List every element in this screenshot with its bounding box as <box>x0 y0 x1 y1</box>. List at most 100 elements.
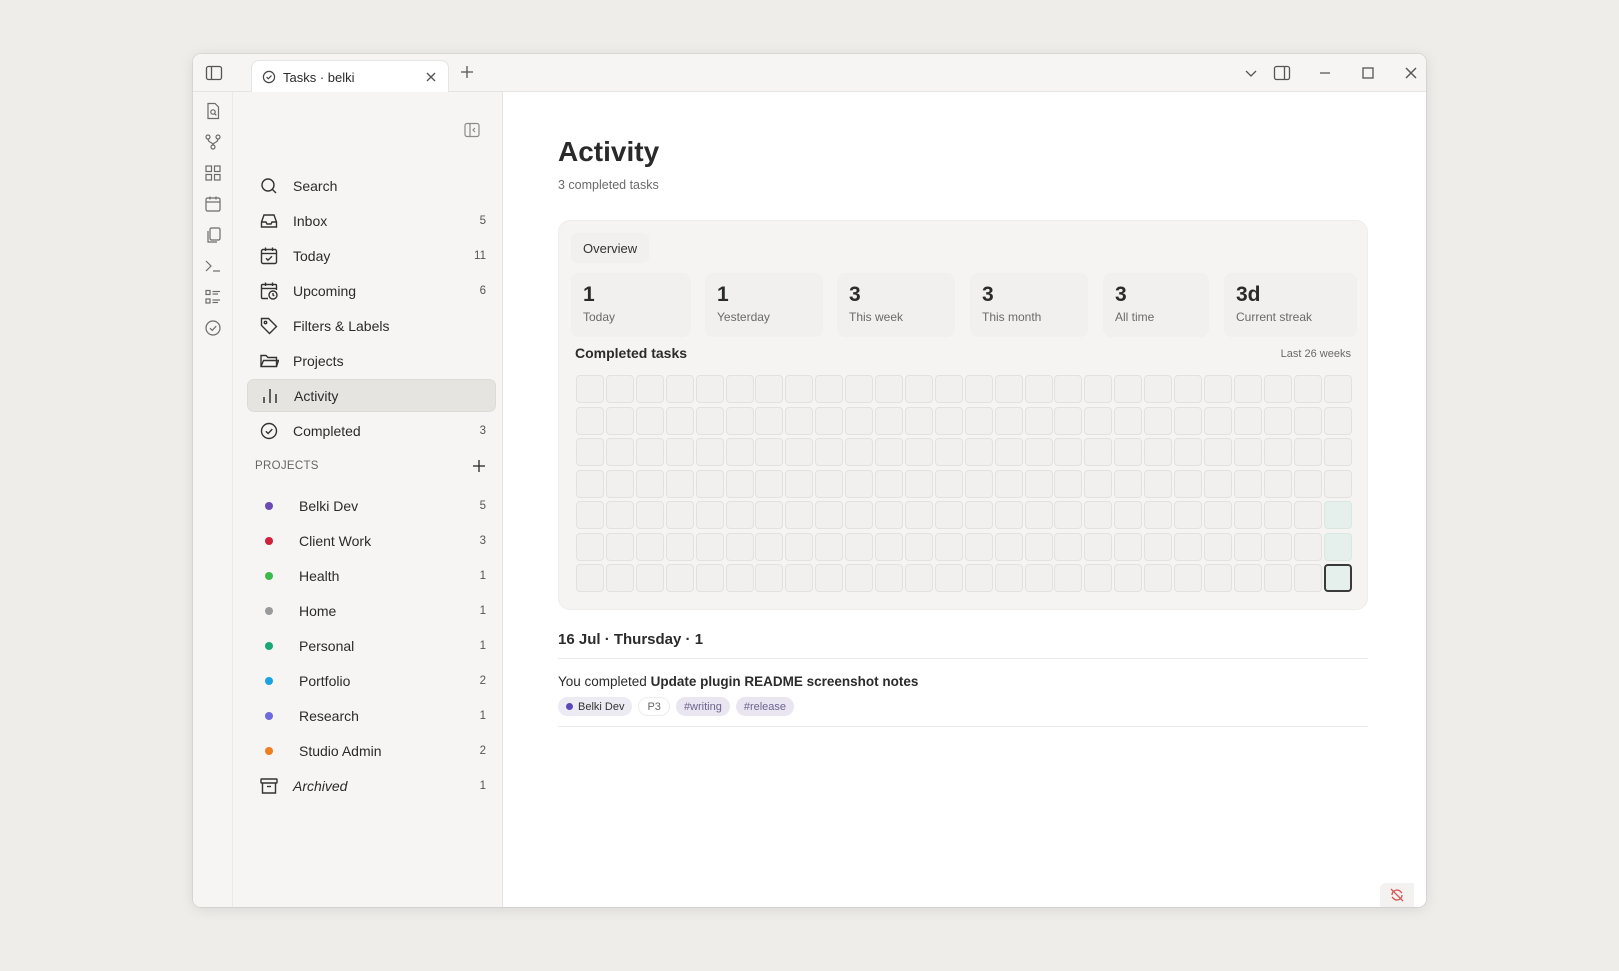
heatmap-cell[interactable] <box>1054 375 1083 403</box>
heatmap-cell[interactable] <box>635 532 664 561</box>
heatmap-cell[interactable] <box>576 564 604 592</box>
heatmap-cell[interactable] <box>755 501 784 529</box>
heatmap-cell[interactable] <box>1084 406 1113 435</box>
heatmap-cell[interactable] <box>1144 469 1173 498</box>
heatmap-cell[interactable] <box>1144 438 1173 466</box>
project-tag[interactable]: Belki Dev <box>558 697 633 716</box>
heatmap-cell[interactable] <box>665 438 694 466</box>
heatmap-cell[interactable] <box>815 375 844 403</box>
sidebar-item-today[interactable]: Today 11 <box>247 239 496 272</box>
heatmap-cell[interactable] <box>1084 375 1113 403</box>
heatmap-cell[interactable] <box>934 532 963 561</box>
project-item-personal[interactable]: Personal 1 <box>247 629 496 662</box>
heatmap-cell[interactable] <box>605 532 634 561</box>
heatmap-cell[interactable] <box>1203 501 1232 529</box>
heatmap-cell[interactable] <box>605 375 634 403</box>
heatmap-cell[interactable] <box>605 438 634 466</box>
heatmap-cell[interactable] <box>605 501 634 529</box>
heatmap-cell[interactable] <box>1263 564 1292 592</box>
heatmap-cell[interactable] <box>635 406 664 435</box>
heatmap-cell[interactable] <box>785 406 814 435</box>
heatmap-cell[interactable] <box>994 438 1023 466</box>
heatmap-cell[interactable] <box>785 532 814 561</box>
heatmap-cell[interactable] <box>904 438 933 466</box>
heatmap-cell[interactable] <box>845 406 874 435</box>
heatmap-cell[interactable] <box>875 532 903 561</box>
add-project-plus-icon[interactable] <box>471 458 487 474</box>
heatmap-cell[interactable] <box>1323 438 1352 466</box>
heatmap-cell[interactable] <box>904 469 933 498</box>
heatmap-cell[interactable] <box>695 532 724 561</box>
heatmap-cell[interactable] <box>665 469 694 498</box>
project-item-client-work[interactable]: Client Work 3 <box>247 524 496 557</box>
project-item-studio-admin[interactable]: Studio Admin 2 <box>247 734 496 767</box>
heatmap-cell[interactable] <box>605 406 634 435</box>
heatmap-cell[interactable] <box>904 501 933 529</box>
heatmap-cell[interactable] <box>725 532 754 561</box>
sync-off-icon[interactable] <box>1380 883 1414 907</box>
heatmap-cell[interactable] <box>1084 564 1113 592</box>
heatmap-cell[interactable] <box>576 438 604 466</box>
sidebar-item-activity[interactable]: Activity <box>247 379 496 412</box>
hashtag-writing[interactable]: #writing <box>675 697 730 716</box>
heatmap-cell[interactable] <box>1203 532 1232 561</box>
heatmap-cell[interactable] <box>964 406 993 435</box>
heatmap-cell[interactable] <box>875 438 903 466</box>
sidebar-item-completed[interactable]: Completed 3 <box>247 414 496 447</box>
hashtag-release[interactable]: #release <box>735 697 795 716</box>
minimize-icon[interactable] <box>1317 65 1333 81</box>
heatmap-cell[interactable] <box>1024 532 1053 561</box>
heatmap-cell[interactable] <box>1323 564 1352 592</box>
heatmap-cell[interactable] <box>695 406 724 435</box>
heatmap-cell[interactable] <box>964 375 993 403</box>
heatmap-cell[interactable] <box>755 469 784 498</box>
heatmap-cell[interactable] <box>635 469 664 498</box>
maximize-icon[interactable] <box>1360 65 1376 81</box>
heatmap-cell[interactable] <box>815 438 844 466</box>
terminal-icon[interactable] <box>204 257 222 275</box>
heatmap-cell[interactable] <box>875 469 903 498</box>
heatmap-cell[interactable] <box>1144 406 1173 435</box>
heatmap-cell[interactable] <box>1293 438 1322 466</box>
heatmap-cell[interactable] <box>875 501 903 529</box>
heatmap-cell[interactable] <box>1323 469 1352 498</box>
heatmap-cell[interactable] <box>576 532 604 561</box>
heatmap-cell[interactable] <box>1233 406 1262 435</box>
heatmap-cell[interactable] <box>1203 564 1232 592</box>
heatmap-cell[interactable] <box>1144 532 1173 561</box>
heatmap-cell[interactable] <box>1024 564 1053 592</box>
heatmap-cell[interactable] <box>635 438 664 466</box>
heatmap-cell[interactable] <box>665 564 694 592</box>
heatmap-cell[interactable] <box>845 532 874 561</box>
heatmap-cell[interactable] <box>1054 469 1083 498</box>
heatmap-cell[interactable] <box>1203 438 1232 466</box>
heatmap-cell[interactable] <box>755 532 784 561</box>
heatmap-cell[interactable] <box>845 501 874 529</box>
project-item-portfolio[interactable]: Portfolio 2 <box>247 664 496 697</box>
heatmap-cell[interactable] <box>845 375 874 403</box>
heatmap-cell[interactable] <box>1084 532 1113 561</box>
heatmap-cell[interactable] <box>725 564 754 592</box>
heatmap-cell[interactable] <box>1203 469 1232 498</box>
heatmap-cell[interactable] <box>1054 438 1083 466</box>
heatmap-cell[interactable] <box>934 564 963 592</box>
heatmap-cell[interactable] <box>964 469 993 498</box>
heatmap-cell[interactable] <box>1084 501 1113 529</box>
heatmap-cell[interactable] <box>904 564 933 592</box>
heatmap-cell[interactable] <box>725 501 754 529</box>
heatmap-cell[interactable] <box>1174 501 1202 529</box>
collapse-sidebar-icon[interactable] <box>463 121 481 139</box>
heatmap-cell[interactable] <box>964 564 993 592</box>
heatmap-cell[interactable] <box>1263 501 1292 529</box>
heatmap-cell[interactable] <box>1263 375 1292 403</box>
heatmap-cell[interactable] <box>904 406 933 435</box>
copy-icon[interactable] <box>204 226 222 244</box>
heatmap-cell[interactable] <box>1084 438 1113 466</box>
chevron-down-icon[interactable] <box>1243 65 1259 81</box>
heatmap-cell[interactable] <box>1054 564 1083 592</box>
heatmap-cell[interactable] <box>785 501 814 529</box>
heatmap-cell[interactable] <box>755 564 784 592</box>
heatmap-cell[interactable] <box>1054 406 1083 435</box>
heatmap-cell[interactable] <box>904 532 933 561</box>
heatmap-cell[interactable] <box>695 375 724 403</box>
